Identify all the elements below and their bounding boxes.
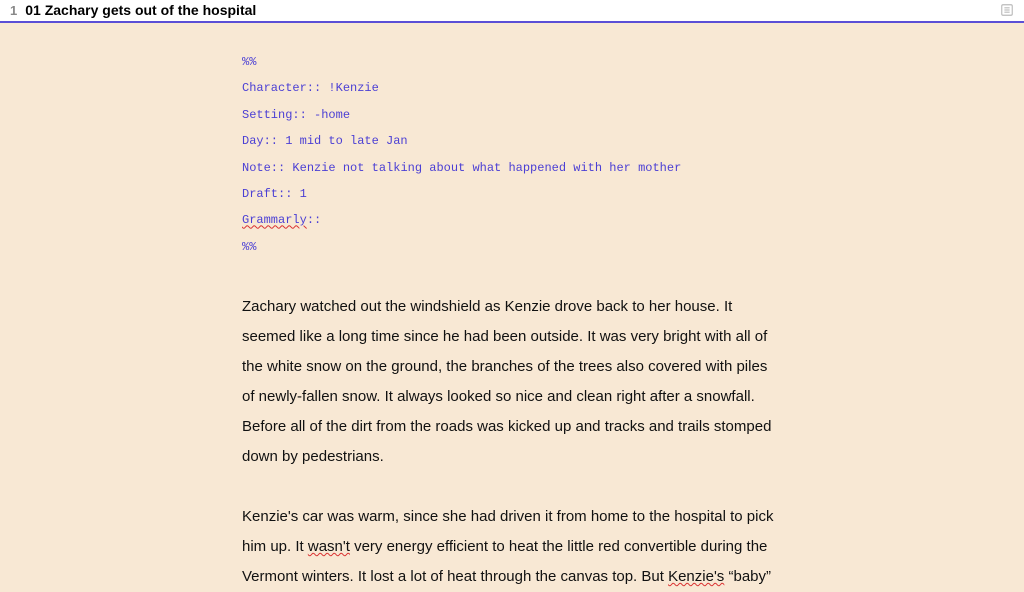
frontmatter-line: Draft:: 1	[242, 187, 782, 201]
fm-label-misspelled: Grammarly	[242, 213, 307, 227]
frontmatter-block: %% Character:: !Kenzie Setting:: -home D…	[242, 55, 782, 254]
frontmatter-delimiter: %%	[242, 240, 782, 254]
fm-value: Kenzie not talking about what happened w…	[285, 161, 681, 175]
fm-label: Character::	[242, 81, 321, 95]
fm-label: Note::	[242, 161, 285, 175]
fm-value: !Kenzie	[321, 81, 379, 95]
fm-label: Setting::	[242, 108, 307, 122]
fm-suffix: ::	[307, 213, 321, 227]
paragraph: Zachary watched out the windshield as Ke…	[242, 292, 782, 472]
fm-label: Day::	[242, 134, 278, 148]
fm-value: 1 mid to late Jan	[278, 134, 408, 148]
header-index: 1	[10, 3, 17, 18]
prose-body: Zachary watched out the windshield as Ke…	[242, 292, 782, 592]
frontmatter-line: Note:: Kenzie not talking about what hap…	[242, 161, 782, 175]
fm-value: 1	[292, 187, 306, 201]
editor-content[interactable]: %% Character:: !Kenzie Setting:: -home D…	[0, 23, 1024, 592]
paragraph: Kenzie's car was warm, since she had dri…	[242, 502, 782, 592]
text-run-flagged: wasn't	[308, 538, 350, 555]
outline-icon[interactable]	[1000, 3, 1014, 17]
content-column: %% Character:: !Kenzie Setting:: -home D…	[242, 55, 782, 592]
document-title: 01 Zachary gets out of the hospital	[25, 2, 1000, 18]
frontmatter-delimiter: %%	[242, 55, 782, 69]
fm-label: Draft::	[242, 187, 292, 201]
frontmatter-line: Day:: 1 mid to late Jan	[242, 134, 782, 148]
frontmatter-line: Setting:: -home	[242, 108, 782, 122]
fm-value: -home	[307, 108, 350, 122]
frontmatter-line: Character:: !Kenzie	[242, 81, 782, 95]
frontmatter-line: Grammarly::	[242, 213, 782, 227]
document-header: 1 01 Zachary gets out of the hospital	[0, 0, 1024, 23]
